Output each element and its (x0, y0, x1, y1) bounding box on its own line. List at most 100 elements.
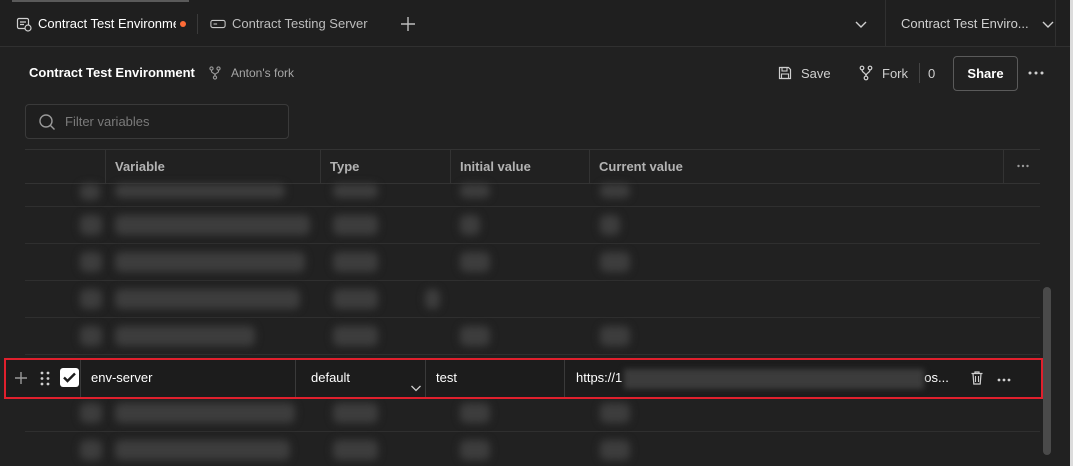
redacted-cell (460, 403, 490, 423)
page-title: Contract Test Environment (29, 65, 195, 80)
delete-trash-icon[interactable] (970, 370, 984, 386)
type-select[interactable]: default (311, 360, 426, 397)
type-select-value: default (311, 370, 351, 385)
table-row-env-server[interactable]: env-server default test https://1 os... (4, 358, 1043, 399)
save-icon (778, 66, 792, 80)
current-value-prefix: https://1 (576, 370, 623, 385)
redacted-cell (600, 326, 630, 346)
redacted-cell (333, 252, 378, 272)
variable-name-cell[interactable]: env-server (91, 360, 152, 397)
redacted-cell (600, 184, 630, 198)
table-row[interactable] (25, 244, 1040, 281)
redacted-cell (600, 403, 630, 423)
environment-selector[interactable]: Contract Test Enviro... (885, 0, 1055, 47)
filter-variables-field[interactable] (25, 104, 289, 139)
variables-table: Variable Type Initial value Current valu… (25, 149, 1040, 466)
redacted-cell (333, 215, 378, 235)
fork-count[interactable]: 0 (928, 66, 935, 81)
redacted-cell (600, 215, 620, 235)
search-icon (39, 113, 55, 130)
redacted-cell (115, 215, 310, 235)
divider (295, 360, 296, 397)
column-header-current-value: Current value (589, 150, 1003, 184)
redacted-cell (80, 326, 102, 346)
tab-list-chevron-down-icon[interactable] (853, 16, 869, 32)
redacted-cell (460, 252, 490, 272)
redacted-cell (460, 215, 480, 235)
table-row[interactable] (25, 395, 1040, 432)
new-tab-plus-icon[interactable] (398, 14, 418, 34)
table-row[interactable] (25, 281, 1040, 318)
row-more-options-icon[interactable] (996, 373, 1012, 383)
drag-handle-icon[interactable] (39, 370, 51, 387)
more-options-icon[interactable] (1027, 66, 1045, 80)
redacted-cell (115, 252, 305, 272)
divider (1055, 0, 1056, 47)
redacted-cell (80, 440, 102, 460)
redacted-cell (80, 184, 100, 200)
header-spacer (25, 150, 105, 184)
vertical-scrollbar[interactable] (1043, 287, 1051, 455)
redacted-cell (333, 403, 378, 423)
redacted-cell (80, 252, 102, 272)
divider (425, 360, 426, 397)
fork-button[interactable]: Fork (858, 56, 908, 90)
table-row[interactable] (25, 207, 1040, 244)
environment-icon (16, 16, 32, 32)
redacted-cell (600, 440, 630, 460)
tab-label: Contract Test Environment (38, 16, 176, 31)
column-header-variable: Variable (105, 150, 320, 184)
redacted-cell (115, 289, 300, 309)
save-button-label: Save (801, 65, 831, 81)
redacted-cell (115, 184, 285, 198)
tab-bar: Contract Test Environment Contract Testi… (0, 0, 1073, 47)
redacted-cell (115, 440, 290, 460)
save-button[interactable]: Save (777, 56, 831, 90)
share-button[interactable]: Share (953, 56, 1018, 91)
table-row[interactable] (25, 318, 1040, 355)
unsaved-indicator (180, 20, 186, 27)
enable-variable-checkbox[interactable] (60, 368, 79, 387)
table-row[interactable] (25, 184, 1040, 207)
environment-selector-label: Contract Test Enviro... (901, 16, 1029, 31)
redacted-cell (115, 403, 295, 423)
redacted-value (624, 368, 925, 389)
redacted-cell (600, 252, 630, 272)
divider (564, 360, 565, 397)
column-header-type: Type (320, 150, 450, 184)
mock-server-icon (210, 16, 226, 32)
fork-button-label: Fork (882, 65, 908, 81)
redacted-cell (115, 326, 255, 346)
chevron-down-icon (1041, 17, 1055, 31)
redacted-cell (333, 326, 378, 346)
redacted-cell (460, 184, 490, 198)
checkmark-icon (63, 372, 76, 383)
chevron-down-icon (410, 372, 422, 392)
redacted-cell (80, 215, 102, 235)
redacted-cell (80, 289, 102, 309)
divider (80, 360, 81, 397)
filter-variables-input[interactable] (65, 114, 275, 129)
current-value-cell[interactable]: https://1 os... (576, 360, 961, 397)
tab-label: Contract Testing Server (232, 16, 368, 31)
fork-icon (208, 66, 222, 80)
fork-source-label[interactable]: Anton's fork (231, 66, 294, 80)
redacted-cell (333, 184, 378, 198)
tab-contract-test-environment[interactable]: Contract Test Environment (0, 0, 197, 47)
divider (919, 63, 920, 83)
redacted-cell (80, 403, 102, 423)
column-options-icon[interactable] (1003, 150, 1040, 184)
tab-contract-testing-server[interactable]: Contract Testing Server (198, 0, 378, 47)
add-row-plus-icon[interactable] (13, 370, 29, 386)
current-value-suffix: os... (924, 370, 949, 385)
column-header-initial-value: Initial value (450, 150, 589, 184)
redacted-cell (333, 440, 378, 460)
redacted-cell (460, 326, 490, 346)
table-header: Variable Type Initial value Current valu… (25, 149, 1040, 184)
initial-value-cell[interactable]: test (436, 360, 457, 397)
redacted-cell (460, 440, 490, 460)
fork-icon (859, 65, 873, 81)
table-row[interactable] (25, 432, 1040, 466)
redacted-cell (333, 289, 378, 309)
redacted-cell (425, 289, 440, 309)
